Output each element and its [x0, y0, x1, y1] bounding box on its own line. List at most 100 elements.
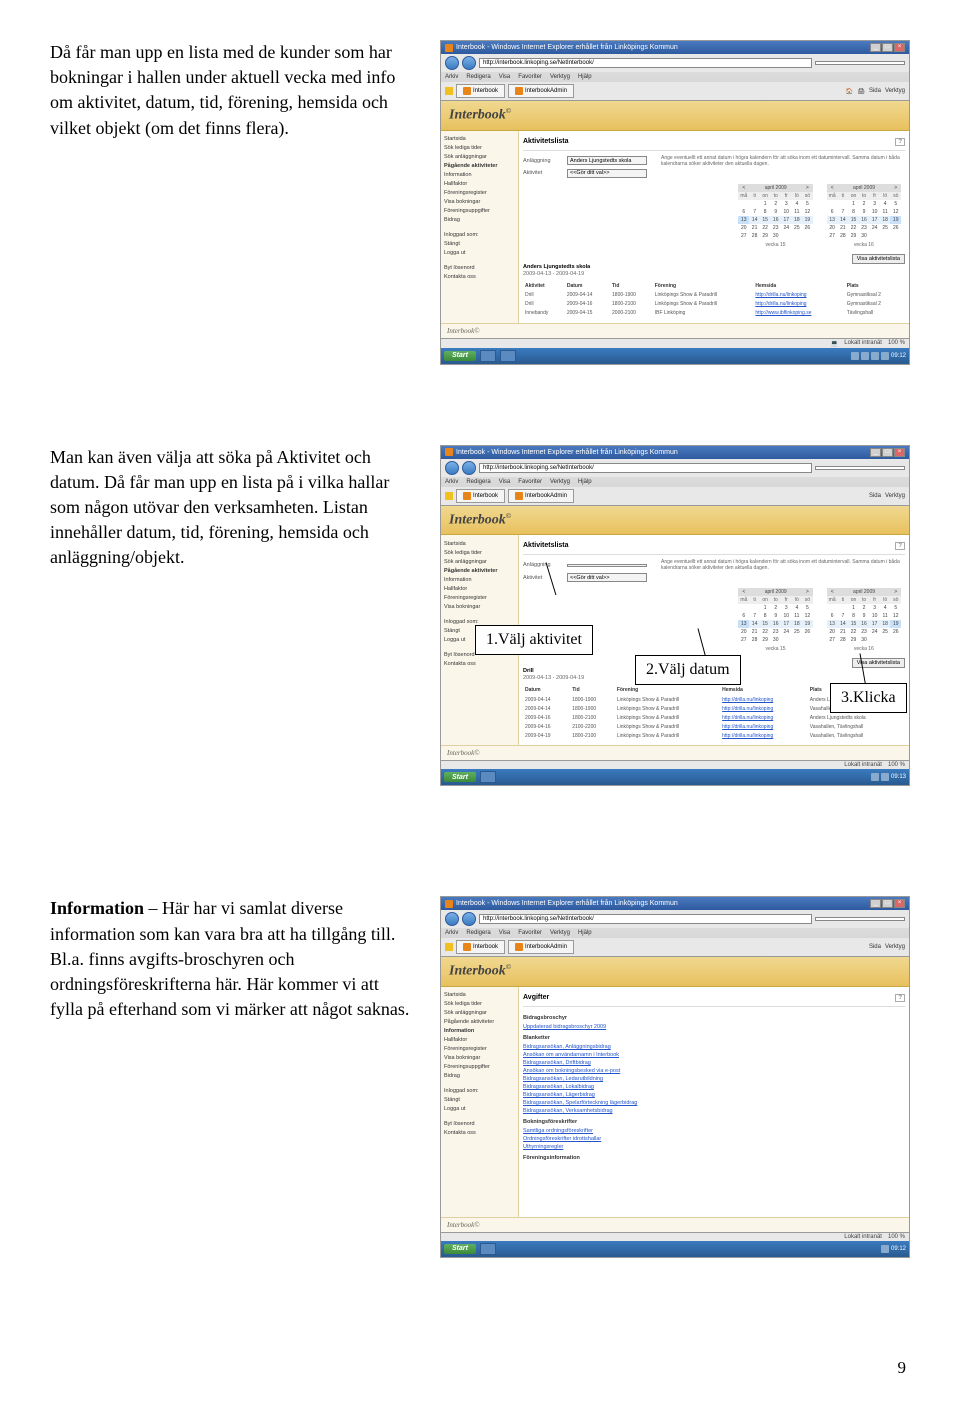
menu-item[interactable]: Hjälp	[578, 930, 592, 936]
nav-startsida[interactable]: Startsida	[444, 135, 515, 144]
nav-pagande[interactable]: Pågående aktiviteter	[444, 1018, 515, 1027]
menu-arkiv[interactable]: Arkiv	[445, 479, 458, 485]
url-input[interactable]: http://interbook.linkoping.se/NetInterbo…	[479, 58, 812, 68]
max-button[interactable]: □	[882, 899, 893, 908]
link-item[interactable]: Samtliga ordningsföreskrifter	[523, 1127, 905, 1135]
menu-item[interactable]: Favoriter	[518, 930, 542, 936]
link-item[interactable]: Bidragsansökan, Driftbidrag	[523, 1059, 905, 1067]
nav-foreningsregister[interactable]: Föreningsregister	[444, 189, 515, 198]
tray-icon[interactable]	[881, 1245, 889, 1253]
nav-bidrag[interactable]: Bidrag	[444, 216, 515, 225]
back-button[interactable]	[445, 56, 459, 70]
start-button[interactable]: Start	[444, 351, 476, 361]
nav-visa-bokningar[interactable]: Visa bokningar	[444, 198, 515, 207]
nav-sok-lediga[interactable]: Sök lediga tider	[444, 144, 515, 153]
tools-menu[interactable]: Verktyg	[885, 88, 905, 95]
tools-menu[interactable]: Verktyg	[885, 493, 905, 499]
favorites-icon[interactable]	[445, 943, 453, 951]
menu-item[interactable]: Verktyg	[550, 930, 570, 936]
min-button[interactable]: _	[870, 899, 881, 908]
forward-button[interactable]	[462, 461, 476, 475]
nav-sok-lediga[interactable]: Sök lediga tider	[444, 1000, 515, 1009]
select-anlaggning[interactable]	[567, 564, 647, 567]
min-button[interactable]: _	[870, 43, 881, 52]
tray-icon[interactable]	[871, 352, 879, 360]
link[interactable]: http://drilla.nu/linkoping	[722, 733, 773, 739]
nav-byt-losenord[interactable]: Byt lösenord	[444, 1120, 515, 1129]
help-icon[interactable]: ?	[895, 138, 905, 146]
forward-button[interactable]	[462, 912, 476, 926]
page-menu[interactable]: Sida	[869, 493, 881, 499]
link-item[interactable]: Uthyrningsregler	[523, 1143, 905, 1151]
link[interactable]: http://drilla.nu/linkoping	[722, 697, 773, 703]
tab-interbook[interactable]: Interbook	[456, 84, 505, 98]
nav-information[interactable]: Information	[444, 575, 515, 584]
nav-startsida[interactable]: Startsida	[444, 991, 515, 1000]
start-button[interactable]: Start	[444, 1244, 476, 1254]
menu-hjalp[interactable]: Hjälp	[578, 479, 592, 485]
nav-hallfaktor[interactable]: Hallfaktor	[444, 584, 515, 593]
close-button[interactable]: ×	[894, 899, 905, 908]
close-button[interactable]: ×	[894, 43, 905, 52]
url-input[interactable]: http://interbook.linkoping.se/NetInterbo…	[479, 463, 812, 473]
nav-foreningsuppgifter[interactable]: Föreningsuppgifter	[444, 1063, 515, 1072]
task-item[interactable]	[480, 1243, 496, 1255]
nav-byt-losenord[interactable]: Byt lösenord	[444, 264, 515, 273]
tools-menu[interactable]: Verktyg	[885, 944, 905, 950]
zoom-level[interactable]: 100 %	[888, 340, 905, 347]
calendar-right[interactable]: <april 2009> måtiontofrlösö 12345 678910…	[827, 184, 901, 248]
nav-visa-bokningar[interactable]: Visa bokningar	[444, 1054, 515, 1063]
menu-hjalp[interactable]: Hjälp	[578, 74, 592, 80]
task-item[interactable]	[500, 350, 516, 362]
nav-sok-anlaggningar[interactable]: Sök anläggningar	[444, 153, 515, 162]
nav-information[interactable]: Information	[444, 171, 515, 180]
link[interactable]: http://drilla.nu/linkoping	[722, 724, 773, 730]
max-button[interactable]: □	[882, 448, 893, 457]
nav-kontakta[interactable]: Kontakta oss	[444, 659, 515, 668]
zoom-level[interactable]: 100 %	[888, 1234, 905, 1240]
nav-foreningsregister[interactable]: Föreningsregister	[444, 1045, 515, 1054]
nav-sok-anlaggningar[interactable]: Sök anläggningar	[444, 557, 515, 566]
link-item[interactable]: Ansökan om användarnamn i Interbook	[523, 1051, 905, 1059]
help-icon[interactable]: ?	[895, 994, 905, 1002]
nav-pagande[interactable]: Pågående aktiviteter	[444, 162, 515, 171]
menu-verktyg[interactable]: Verktyg	[550, 74, 570, 80]
link-item[interactable]: Bidragsansökan, Spelarförteckning lägerb…	[523, 1099, 905, 1107]
link-item[interactable]: Ansökan om bokningsbesked via e-post	[523, 1067, 905, 1075]
nav-kontakta[interactable]: Kontakta oss	[444, 1129, 515, 1138]
nav-visa-bokningar[interactable]: Visa bokningar	[444, 602, 515, 611]
nav-bidrag[interactable]: Bidrag	[444, 1072, 515, 1081]
visa-button[interactable]: Visa aktivitetslista	[852, 254, 905, 264]
link[interactable]: http://drilla.nu/linkoping	[722, 706, 773, 712]
tray-icon[interactable]	[871, 773, 879, 781]
task-item[interactable]	[480, 771, 496, 783]
start-button[interactable]: Start	[444, 772, 476, 782]
zoom-level[interactable]: 100 %	[888, 762, 905, 768]
link[interactable]: http://drilla.nu/linkoping	[755, 301, 806, 307]
tab-interbook[interactable]: Interbook	[456, 489, 505, 503]
menu-item[interactable]: Redigera	[466, 930, 490, 936]
tray-icon[interactable]	[881, 773, 889, 781]
link[interactable]: http://www.ibflinkoping.se	[755, 310, 811, 316]
menu-visa[interactable]: Visa	[499, 74, 511, 80]
url-input[interactable]: http://interbook.linkoping.se/NetInterbo…	[479, 914, 812, 924]
link-item[interactable]: Bidragsansökan, Lokalbidrag	[523, 1083, 905, 1091]
forward-button[interactable]	[462, 56, 476, 70]
nav-logga-ut[interactable]: Logga ut	[444, 249, 515, 258]
nav-foreningsuppgifter[interactable]: Föreningsuppgifter	[444, 207, 515, 216]
link-item[interactable]: Bidragsansökan, Anläggningsbidrag	[523, 1043, 905, 1051]
task-item[interactable]	[480, 350, 496, 362]
select-aktivitet[interactable]: <<Gör ditt val>>	[567, 573, 647, 582]
nav-hallfaktor[interactable]: Hallfaktor	[444, 1036, 515, 1045]
nav-sok-lediga[interactable]: Sök lediga tider	[444, 548, 515, 557]
tab-interbook[interactable]: Interbook	[456, 940, 505, 954]
back-button[interactable]	[445, 912, 459, 926]
nav-kontakta[interactable]: Kontakta oss	[444, 273, 515, 282]
menu-favoriter[interactable]: Favoriter	[518, 479, 542, 485]
menu-redigera[interactable]: Redigera	[466, 479, 490, 485]
search-input[interactable]	[815, 917, 905, 921]
link-item[interactable]: Bidragsansökan, Ledarutbildning	[523, 1075, 905, 1083]
tab-admin[interactable]: InterbookAdmin	[508, 489, 574, 503]
page-menu[interactable]: Sida	[869, 88, 881, 95]
tray-icon[interactable]	[881, 352, 889, 360]
